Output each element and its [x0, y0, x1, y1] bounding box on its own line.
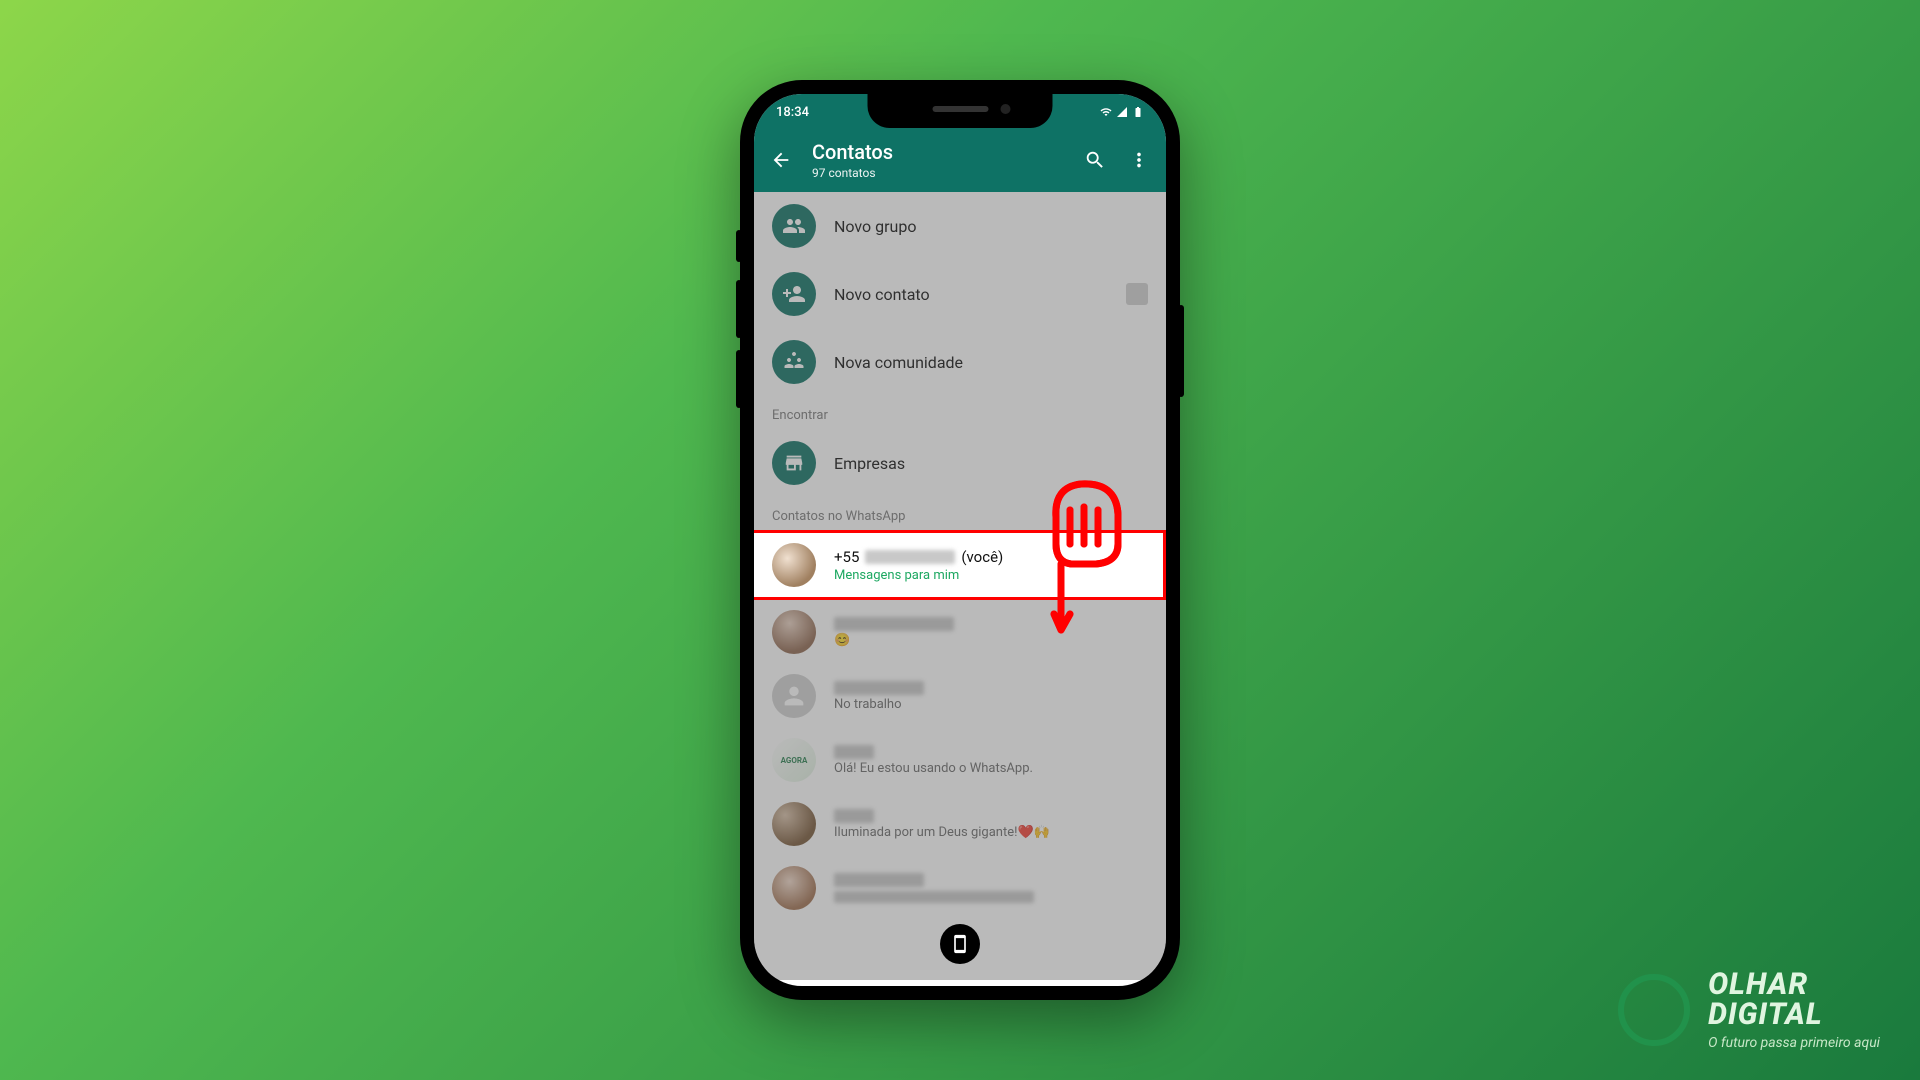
power-button — [1178, 305, 1184, 397]
redacted-name — [834, 617, 954, 631]
contact-status: Olá! Eu estou usando o WhatsApp. — [834, 761, 1148, 776]
new-group-row[interactable]: Novo grupo — [754, 192, 1166, 260]
page-title: Contatos — [812, 140, 1064, 164]
app-header: Contatos 97 contatos — [754, 130, 1166, 192]
battery-icon — [1132, 106, 1144, 118]
content-area: Novo grupo Novo contato Nova comunidade … — [754, 192, 1166, 980]
new-community-row[interactable]: Nova comunidade — [754, 328, 1166, 396]
redacted-number — [865, 550, 955, 564]
brand-logo-ring — [1618, 974, 1690, 1046]
signal-icon — [1116, 106, 1128, 118]
group-icon — [772, 204, 816, 248]
status-time: 18:34 — [776, 105, 809, 120]
back-arrow-icon[interactable] — [770, 149, 792, 171]
more-options-icon[interactable] — [1128, 149, 1150, 171]
contact-status: Iluminada por um Deus gigante!❤️🙌 — [834, 825, 1148, 840]
contact-row[interactable] — [754, 856, 1166, 920]
fab-button[interactable] — [940, 924, 980, 964]
new-community-label: Nova comunidade — [834, 353, 963, 372]
avatar — [772, 802, 816, 846]
phone-frame: 18:34 Contatos 97 contatos — [740, 80, 1180, 1000]
contact-status: No trabalho — [834, 697, 1148, 712]
pointing-hand-annotation — [1026, 472, 1136, 651]
store-icon — [772, 441, 816, 485]
new-contact-label: Novo contato — [834, 285, 930, 304]
new-contact-row[interactable]: Novo contato — [754, 260, 1166, 328]
search-icon[interactable] — [1084, 149, 1106, 171]
new-group-label: Novo grupo — [834, 217, 916, 236]
qr-code-icon[interactable] — [1126, 283, 1148, 305]
add-contact-icon — [772, 272, 816, 316]
redacted-name — [834, 873, 924, 887]
brand-line1: OLHAR — [1708, 970, 1880, 1000]
avatar — [772, 610, 816, 654]
brand-watermark: OLHAR DIGITAL O futuro passa primeiro aq… — [1618, 970, 1880, 1050]
find-section-label: Encontrar — [754, 396, 1166, 429]
silent-switch — [736, 230, 742, 262]
redacted-status — [834, 891, 1034, 903]
contact-row[interactable]: AGORA Olá! Eu estou usando o WhatsApp. — [754, 728, 1166, 792]
contact-row[interactable]: Iluminada por um Deus gigante!❤️🙌 — [754, 792, 1166, 856]
wifi-icon — [1100, 106, 1112, 118]
volume-up-button — [736, 280, 742, 338]
businesses-label: Empresas — [834, 454, 905, 473]
contact-row[interactable]: No trabalho — [754, 664, 1166, 728]
phone-notch — [868, 94, 1053, 128]
brand-tagline: O futuro passa primeiro aqui — [1708, 1036, 1880, 1050]
community-icon — [772, 340, 816, 384]
redacted-name — [834, 681, 924, 695]
avatar — [772, 674, 816, 718]
brand-line2: DIGITAL — [1708, 1000, 1880, 1030]
redacted-name — [834, 809, 874, 823]
page-subtitle: 97 contatos — [812, 166, 1064, 180]
redacted-name — [834, 745, 874, 759]
phone-screen: 18:34 Contatos 97 contatos — [754, 94, 1166, 986]
avatar — [772, 543, 816, 587]
phone-sync-icon — [950, 934, 970, 954]
avatar — [772, 866, 816, 910]
volume-down-button — [736, 350, 742, 408]
avatar: AGORA — [772, 738, 816, 782]
